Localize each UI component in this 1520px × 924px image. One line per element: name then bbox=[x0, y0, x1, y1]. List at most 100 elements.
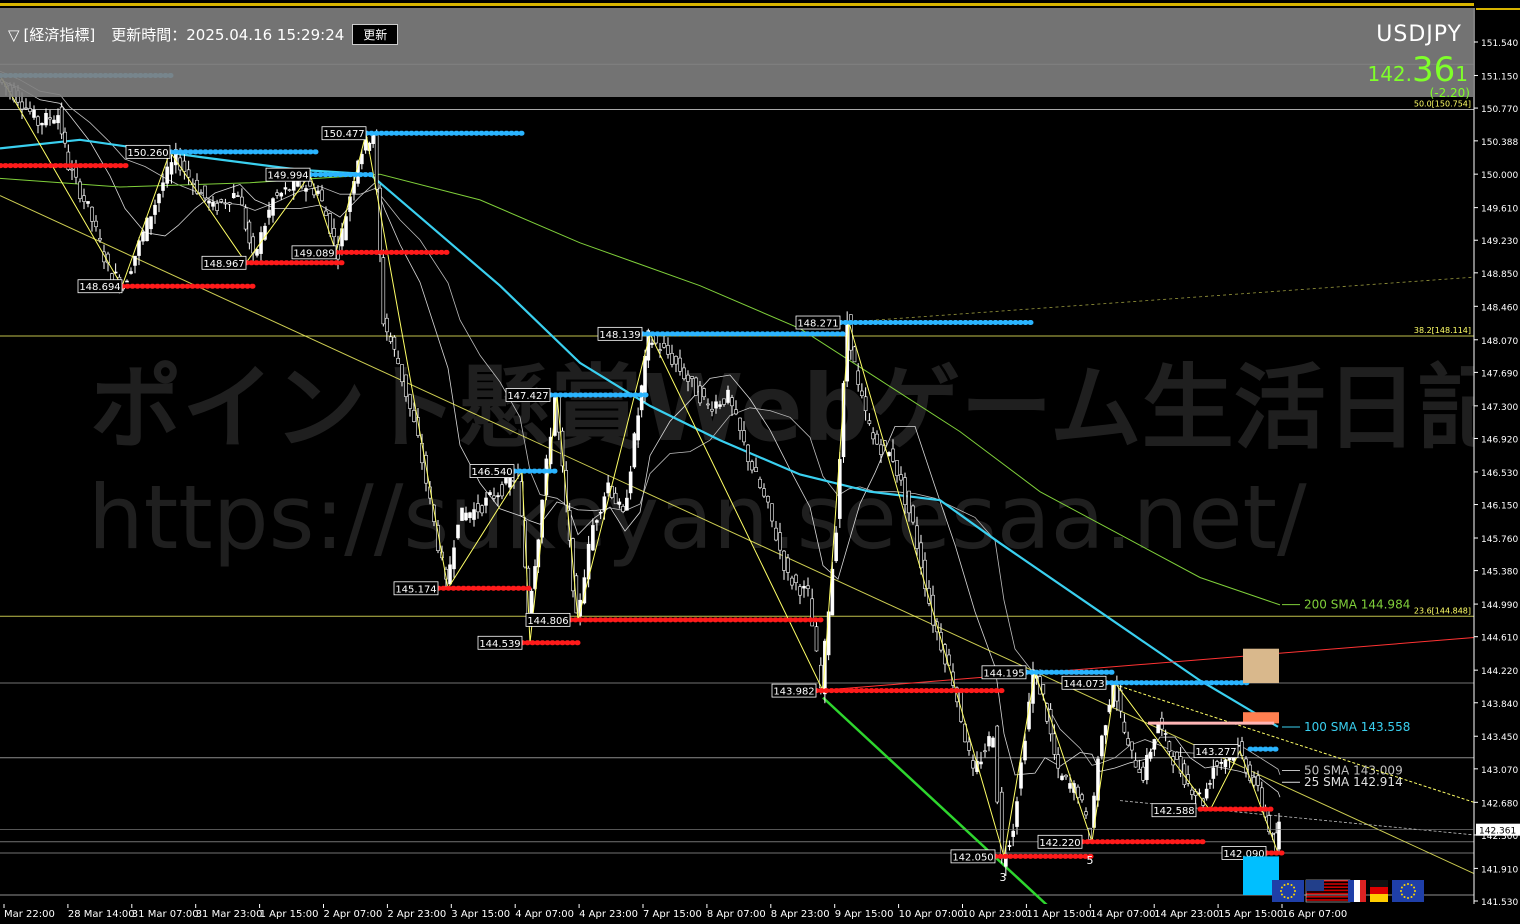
candle-body bbox=[90, 206, 94, 222]
candle-body bbox=[452, 547, 456, 570]
x-tick-label: 28 Mar 14:00 bbox=[68, 909, 135, 920]
candle-body bbox=[1122, 721, 1127, 733]
candle-body bbox=[472, 509, 476, 520]
candle-body bbox=[32, 109, 36, 118]
candle-body bbox=[714, 401, 718, 409]
fr-flag-icon[interactable] bbox=[1348, 880, 1366, 902]
candle-body bbox=[1015, 801, 1019, 827]
y-tick-label: 143.840 bbox=[1481, 700, 1518, 710]
flag-stripe bbox=[1306, 899, 1350, 901]
candle-body bbox=[967, 741, 971, 751]
candle-body bbox=[1064, 774, 1068, 778]
y-tick-label: 150.000 bbox=[1481, 171, 1518, 181]
fib-label: 23.6[144.848] bbox=[1414, 606, 1471, 615]
flag-star bbox=[1293, 886, 1296, 889]
swing-label: 142.050 bbox=[952, 852, 993, 863]
zone-box-tan bbox=[1243, 648, 1279, 684]
candle-body bbox=[396, 358, 400, 364]
candle-body bbox=[211, 201, 215, 207]
candle-body bbox=[1133, 760, 1138, 768]
swing-label: 148.139 bbox=[599, 330, 640, 341]
watermark-title: ポイント懸賞Webゲーム生活日記 bbox=[90, 355, 1510, 462]
candle-body bbox=[1118, 689, 1123, 712]
candle-body bbox=[1137, 768, 1142, 773]
candle-body bbox=[1103, 725, 1108, 736]
candle-body bbox=[267, 209, 271, 218]
flag-star bbox=[1287, 897, 1289, 899]
event-flags[interactable] bbox=[1272, 879, 1424, 903]
candle-body bbox=[919, 542, 923, 569]
candle-body bbox=[895, 460, 899, 476]
candle-body bbox=[500, 484, 504, 497]
candle-body bbox=[287, 189, 292, 191]
candle-body bbox=[632, 433, 637, 468]
candle-body bbox=[814, 626, 819, 652]
x-tick-label: 14 Apr 07:00 bbox=[1090, 909, 1155, 920]
wave-label: 5 bbox=[1087, 854, 1094, 867]
x-tick-label: 1 Apr 15:00 bbox=[260, 909, 319, 920]
candle-body bbox=[1007, 845, 1012, 847]
candle-body bbox=[1141, 766, 1145, 781]
update-button[interactable]: 更新 bbox=[352, 24, 399, 45]
y-tick-label: 148.460 bbox=[1481, 303, 1518, 313]
candle-body bbox=[863, 396, 868, 412]
candle-body bbox=[40, 122, 44, 126]
y-tick-label: 148.070 bbox=[1481, 337, 1518, 347]
price-change: (-2.20) bbox=[1429, 86, 1470, 100]
swing-label: 142.220 bbox=[1039, 838, 1080, 849]
y-tick-label: 150.388 bbox=[1481, 138, 1518, 148]
candle-body bbox=[129, 271, 133, 274]
flag-gold bbox=[1370, 894, 1388, 902]
candle-body bbox=[636, 415, 640, 441]
zone-line-pink bbox=[1148, 721, 1274, 725]
candle-body bbox=[247, 221, 252, 244]
candle-body bbox=[199, 192, 203, 194]
candle-body bbox=[662, 342, 666, 348]
candle-body bbox=[149, 216, 153, 230]
candle-body bbox=[236, 195, 240, 197]
candle-body bbox=[1023, 740, 1027, 761]
flag-star bbox=[1283, 896, 1286, 899]
price-chart[interactable]: ポイント懸賞Webゲーム生活日記https://sukeyan.seesaa.n… bbox=[0, 0, 1520, 924]
candle-body bbox=[78, 181, 82, 199]
flag-stripe bbox=[1306, 892, 1350, 895]
candle-body bbox=[1080, 794, 1084, 801]
x-tick-label: 4 Apr 23:00 bbox=[579, 909, 638, 920]
candle-body bbox=[207, 200, 211, 204]
candle-body bbox=[730, 397, 734, 407]
candle-body bbox=[448, 564, 452, 585]
x-tick-label: 31 Mar 23:00 bbox=[196, 909, 263, 920]
y-tick-label: 146.920 bbox=[1481, 435, 1518, 445]
y-tick-label: 143.450 bbox=[1481, 733, 1518, 743]
candle-body bbox=[251, 236, 255, 254]
eu-flag-icon[interactable] bbox=[1272, 880, 1304, 902]
candle-body bbox=[856, 370, 860, 385]
collapse-triangle-icon[interactable]: ▽ bbox=[8, 26, 20, 44]
candle-body bbox=[388, 336, 393, 342]
candle-body bbox=[754, 467, 758, 472]
candle-body bbox=[915, 525, 919, 549]
y-tick-label: 144.220 bbox=[1481, 667, 1518, 677]
swing-label: 144.806 bbox=[527, 616, 568, 627]
sma-label: 100 SMA 143.558 bbox=[1304, 720, 1410, 734]
flag-blue bbox=[1348, 880, 1354, 902]
flag-star bbox=[1280, 886, 1283, 889]
candle-body bbox=[20, 101, 24, 110]
candle-body bbox=[496, 495, 500, 498]
eu-flag-icon[interactable] bbox=[1392, 880, 1424, 902]
candle-body bbox=[70, 168, 74, 171]
candle-body bbox=[628, 471, 633, 494]
swing-label: 149.089 bbox=[293, 248, 334, 259]
de-flag-icon[interactable] bbox=[1370, 880, 1388, 902]
candle-body bbox=[718, 404, 722, 407]
candle-body bbox=[1084, 811, 1088, 816]
candle-body bbox=[165, 166, 169, 184]
candle-body bbox=[658, 349, 662, 351]
y-tick-label: 146.150 bbox=[1481, 502, 1518, 512]
candle-body bbox=[308, 181, 312, 187]
candle-body bbox=[381, 257, 386, 325]
x-tick-label: 8 Apr 07:00 bbox=[707, 909, 766, 920]
swing-label: 150.260 bbox=[127, 148, 168, 159]
candle-body bbox=[283, 187, 288, 190]
candle-body bbox=[378, 187, 382, 255]
